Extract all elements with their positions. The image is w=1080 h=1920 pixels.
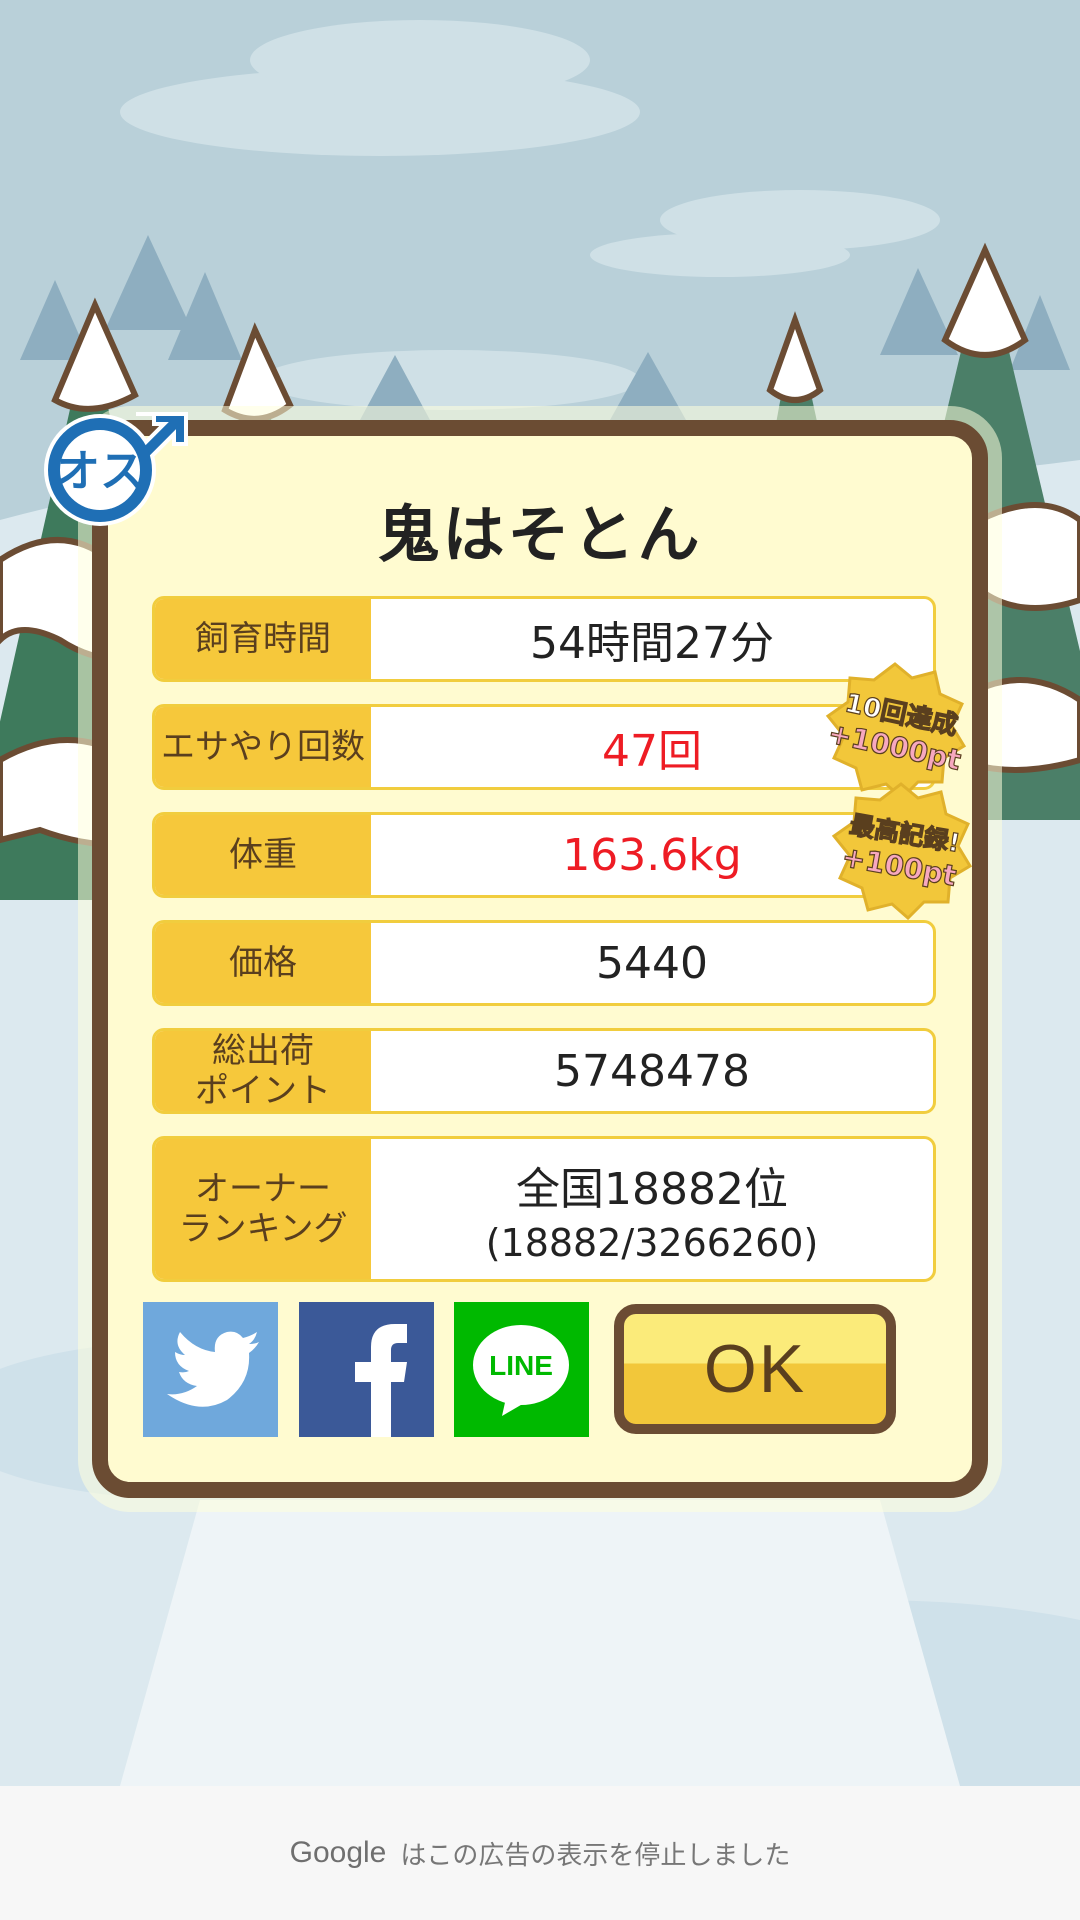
google-logo: Google (289, 1836, 387, 1869)
ranking-value: 全国18882位 (516, 1164, 788, 1215)
stat-value-text: 54時間27分 (530, 618, 774, 669)
male-gender-icon: オス (44, 412, 188, 526)
line-label: LINE (489, 1350, 553, 1381)
pet-name-title: 鬼はそとん (377, 498, 703, 571)
stat-value-text: 163.6kg (562, 829, 742, 881)
stat-value: 5748478 (371, 1031, 933, 1111)
achievement-badge-weight-record: 最高記録! +100pt (831, 782, 973, 920)
stat-row-weight: 体重 163.6kg (152, 812, 936, 898)
facebook-share-button[interactable] (299, 1302, 434, 1437)
ad-stopped-notice: Google はこの広告の表示を停止しました (0, 1786, 1080, 1920)
stat-label: 総出荷 ポイント (155, 1031, 371, 1111)
stat-value-text: 5748478 (554, 1045, 750, 1097)
stat-label: 飼育時間 (155, 599, 371, 679)
stat-row-breeding-time: 飼育時間 54時間27分 (152, 596, 936, 682)
stat-label: エサやり回数 (155, 707, 371, 787)
ok-button[interactable]: OK (614, 1304, 896, 1434)
gender-label: オス (56, 446, 144, 497)
stat-value: 全国18882位 (18882/3266260) (371, 1139, 933, 1279)
stat-label: オーナー ランキング (155, 1139, 371, 1279)
twitter-share-button[interactable] (143, 1302, 278, 1437)
line-share-button[interactable]: LINE (454, 1302, 589, 1437)
stat-value-text: 5440 (596, 937, 708, 989)
achievement-badge-feeding: 10回達成 +1000pt (825, 662, 967, 800)
stat-row-feeding-count: エサやり回数 47回 (152, 704, 936, 790)
stat-value-text: 47回 (602, 726, 702, 777)
ok-button-label: OK (703, 1331, 807, 1407)
stat-label: 価格 (155, 923, 371, 1003)
stat-row-price: 価格 5440 (152, 920, 936, 1006)
stat-value: 5440 (371, 923, 933, 1003)
ad-notice-text: はこの広告の表示を停止しました (400, 1840, 791, 1871)
stat-row-total-points: 総出荷 ポイント 5748478 (152, 1028, 936, 1114)
stat-label: 体重 (155, 815, 371, 895)
ranking-detail: (18882/3266260) (485, 1221, 819, 1265)
stat-row-owner-ranking: オーナー ランキング 全国18882位 (18882/3266260) (152, 1136, 936, 1282)
